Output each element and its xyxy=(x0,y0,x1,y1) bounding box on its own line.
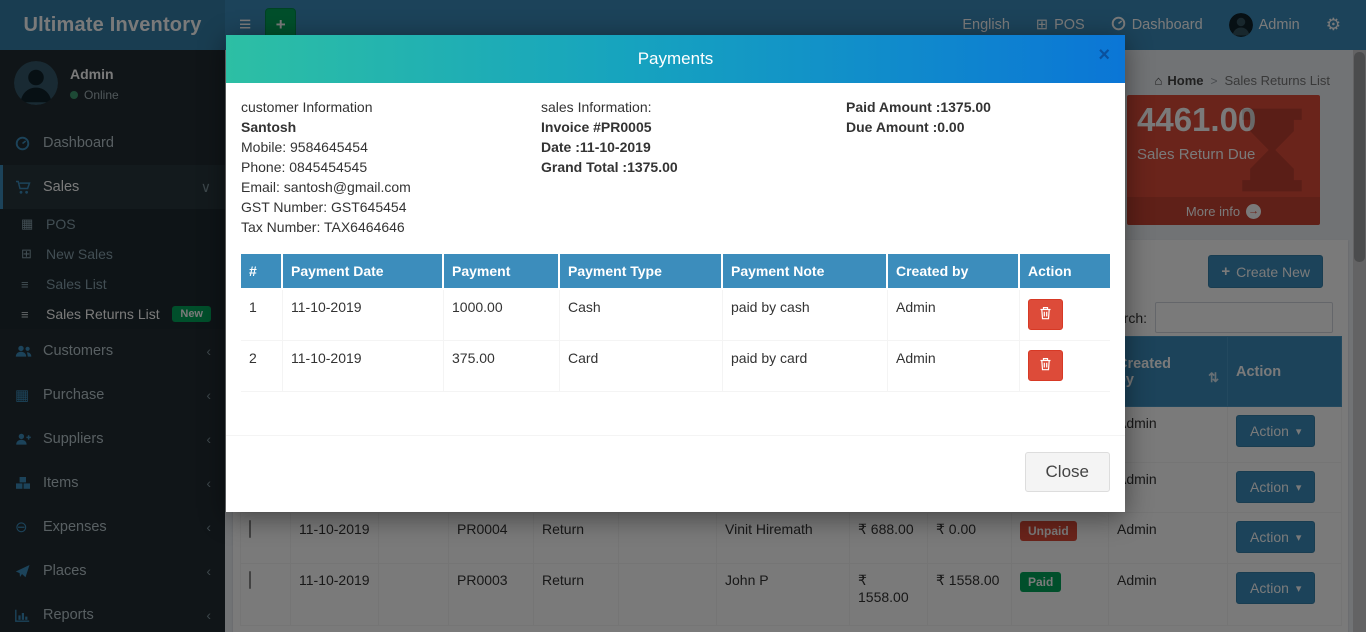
payments-modal: Payments × customer Information Santosh … xyxy=(226,35,1125,512)
customer-name: Santosh xyxy=(241,117,541,137)
customer-information: customer Information Santosh Mobile: 958… xyxy=(241,97,541,237)
customer-gst: GST Number: GST645454 xyxy=(241,197,541,217)
payments-header-row: # Payment Date Payment Payment Type Paym… xyxy=(241,254,1110,290)
due-amount: Due Amount :0.00 xyxy=(846,117,991,137)
modal-header: Payments × xyxy=(226,35,1125,83)
customer-email: Email: santosh@gmail.com xyxy=(241,177,541,197)
column-num: # xyxy=(241,254,283,290)
column-payment: Payment xyxy=(444,254,560,290)
customer-tax: Tax Number: TAX6464646 xyxy=(241,217,541,237)
customer-phone: Phone: 0845454545 xyxy=(241,157,541,177)
customer-info-heading: customer Information xyxy=(241,97,541,117)
column-payment-date: Payment Date xyxy=(283,254,444,290)
sales-information: sales Information: Invoice #PR0005 Date … xyxy=(541,97,846,237)
delete-payment-button[interactable] xyxy=(1028,299,1063,330)
sales-date: Date :11-10-2019 xyxy=(541,137,846,157)
trash-icon xyxy=(1039,357,1052,374)
modal-body: customer Information Santosh Mobile: 958… xyxy=(226,83,1125,435)
payment-row: 2 11-10-2019 375.00 Card paid by card Ad… xyxy=(241,341,1110,392)
delete-payment-button[interactable] xyxy=(1028,350,1063,381)
sales-invoice: Invoice #PR0005 xyxy=(541,117,846,137)
column-action: Action xyxy=(1020,254,1110,290)
sales-info-heading: sales Information: xyxy=(541,97,846,117)
trash-icon xyxy=(1039,306,1052,323)
column-created-by: Created by xyxy=(888,254,1020,290)
sales-grand-total: Grand Total :1375.00 xyxy=(541,157,846,177)
column-payment-type: Payment Type xyxy=(560,254,723,290)
modal-footer: Close xyxy=(226,435,1125,512)
amount-summary: Paid Amount :1375.00 Due Amount :0.00 xyxy=(846,97,991,237)
close-button[interactable]: Close xyxy=(1025,452,1110,492)
paid-amount: Paid Amount :1375.00 xyxy=(846,97,991,117)
modal-title: Payments xyxy=(226,35,1125,83)
customer-mobile: Mobile: 9584645454 xyxy=(241,137,541,157)
payments-table: # Payment Date Payment Payment Type Paym… xyxy=(241,254,1110,392)
column-payment-note: Payment Note xyxy=(723,254,888,290)
payment-row: 1 11-10-2019 1000.00 Cash paid by cash A… xyxy=(241,290,1110,341)
close-icon[interactable]: × xyxy=(1098,44,1110,67)
